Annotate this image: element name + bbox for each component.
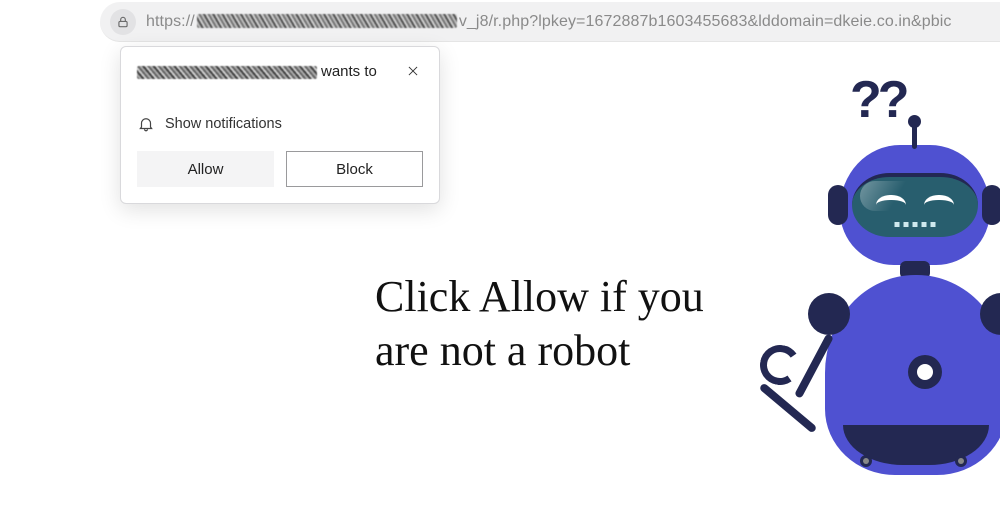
robot-mouth <box>895 222 936 227</box>
url-text[interactable]: https:// v_j8/r.php?lpkey=1672887b1603455… <box>146 13 952 31</box>
address-bar[interactable]: https:// v_j8/r.php?lpkey=1672887b1603455… <box>100 2 1000 42</box>
robot-head <box>840 145 990 265</box>
robot-visor <box>852 173 978 237</box>
permission-label: Show notifications <box>165 116 282 132</box>
allow-button[interactable]: Allow <box>137 151 274 187</box>
permission-request-row: Show notifications <box>137 115 423 133</box>
permission-buttons: Allow Block <box>137 151 423 187</box>
wants-to-text: wants to <box>321 63 377 80</box>
robot-hand <box>760 345 792 377</box>
robot-bolt-left <box>860 455 872 467</box>
robot-shoulder-left <box>808 293 850 335</box>
url-redacted-host <box>197 14 457 28</box>
robot-ear-right <box>982 185 1000 225</box>
robot-eye-left <box>876 195 906 205</box>
site-info-button[interactable] <box>110 9 136 35</box>
block-button[interactable]: Block <box>286 151 423 187</box>
url-scheme: https:// <box>146 13 195 30</box>
notification-permission-popup: wants to Show notifications Allow Block <box>120 46 440 204</box>
close-button[interactable] <box>401 59 425 83</box>
page-heading: Click Allow if you are not a robot <box>375 270 755 377</box>
robot-forearm <box>759 382 818 433</box>
robot-bolt-right <box>955 455 967 467</box>
requesting-site-redacted <box>137 66 317 79</box>
robot-ear-left <box>828 185 848 225</box>
lock-icon <box>116 15 130 29</box>
robot-illustration: ?? <box>780 135 1000 525</box>
robot-chest-light <box>908 355 942 389</box>
permission-header: wants to <box>137 61 423 101</box>
bell-icon <box>137 115 155 133</box>
robot-eye-right <box>924 195 954 205</box>
question-marks: ?? <box>850 70 906 130</box>
url-path: v_j8/r.php?lpkey=1672887b1603455683&lddo… <box>459 13 952 30</box>
robot-antenna <box>912 125 917 149</box>
close-icon <box>406 64 420 78</box>
